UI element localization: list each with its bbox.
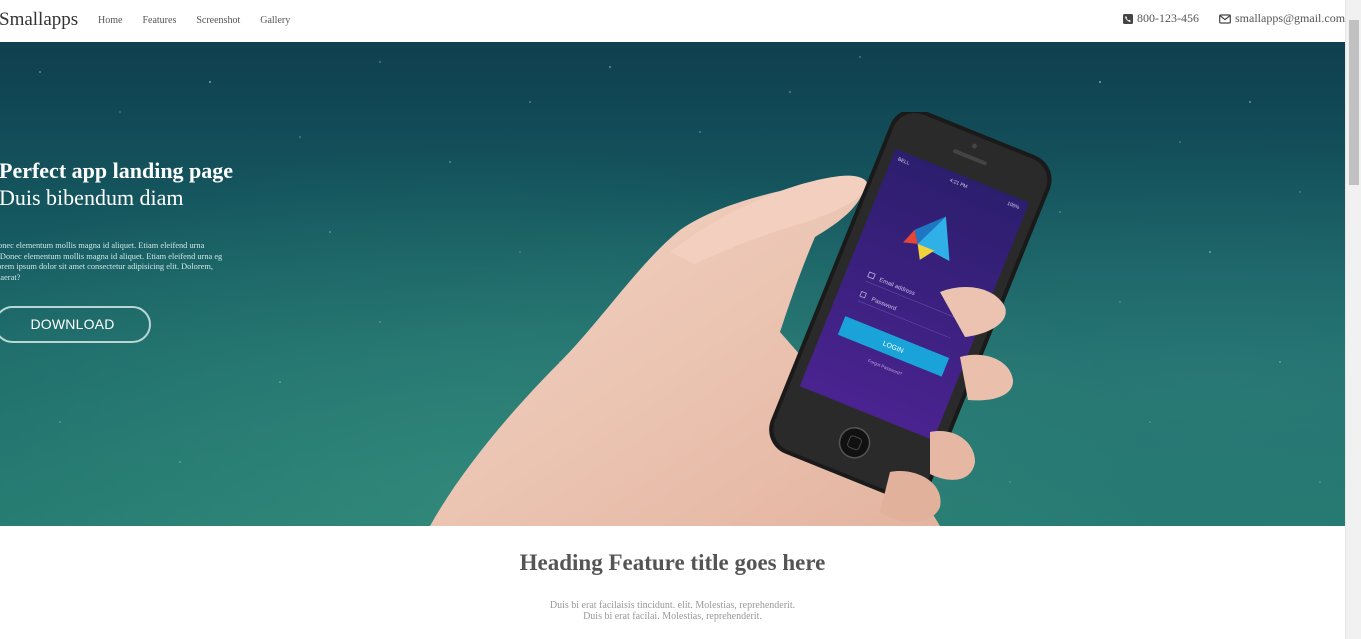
hero-description: Donec elementum mollis magna id aliquet.… xyxy=(0,241,250,283)
hero-description-line: egDonec elementum mollis magna id alique… xyxy=(0,251,223,261)
hero-text-block: Perfect app landing page Duis bibendum d… xyxy=(0,158,259,283)
hero-section: Perfect app landing page Duis bibendum d… xyxy=(0,42,1345,526)
brand-logo[interactable]: Smallapps xyxy=(0,9,78,31)
nav-link-screenshot[interactable]: Screenshot xyxy=(196,15,240,26)
features-description-line: Duis bi erat facilaisis tincidunt. elit.… xyxy=(549,600,796,611)
hero-subtitle: Duis bibendum diam xyxy=(0,185,184,210)
phone-icon xyxy=(1123,13,1133,24)
features-heading: Heading Feature title goes here xyxy=(519,550,826,575)
envelope-icon xyxy=(1219,13,1231,24)
hero-title: Perfect app landing page xyxy=(0,158,234,183)
hero-description-line: Donec elementum mollis magna id aliquet.… xyxy=(0,241,205,250)
scrollbar-thumb[interactable] xyxy=(1349,20,1359,185)
nav-link-home[interactable]: Home xyxy=(98,15,122,26)
nav-link-gallery[interactable]: Gallery xyxy=(260,15,290,26)
hero-description-line: Lorem ipsum dolor sit amet consectetur a… xyxy=(0,262,213,272)
hero-description-line: quaerat? xyxy=(0,272,21,282)
email-address: smallapps@gmail.com xyxy=(1235,11,1346,25)
landing-page: Smallapps Home Features Screenshot Galle… xyxy=(0,0,1361,639)
nav-link-features[interactable]: Features xyxy=(142,15,176,26)
main-nav: Home Features Screenshot Gallery xyxy=(98,15,310,26)
top-navbar: Smallapps Home Features Screenshot Galle… xyxy=(0,0,1345,42)
vertical-scrollbar[interactable] xyxy=(1345,0,1361,639)
phone-number: 800-123-456 xyxy=(1137,11,1199,25)
features-description: Duis bi erat facilaisis tincidunt. elit.… xyxy=(0,600,1345,622)
features-section: Heading Feature title goes here Duis bi … xyxy=(0,526,1345,639)
download-button[interactable]: DOWNLOAD xyxy=(0,306,151,343)
contact-phone[interactable]: 800-123-456 xyxy=(1123,11,1199,26)
hand-holding-phone-image: BELL 4:21 PM 100% Email address Password xyxy=(430,112,1052,526)
features-description-line: Duis bi erat facilai. Molestias, reprehe… xyxy=(583,611,762,622)
contact-email[interactable]: smallapps@gmail.com xyxy=(1219,11,1345,26)
